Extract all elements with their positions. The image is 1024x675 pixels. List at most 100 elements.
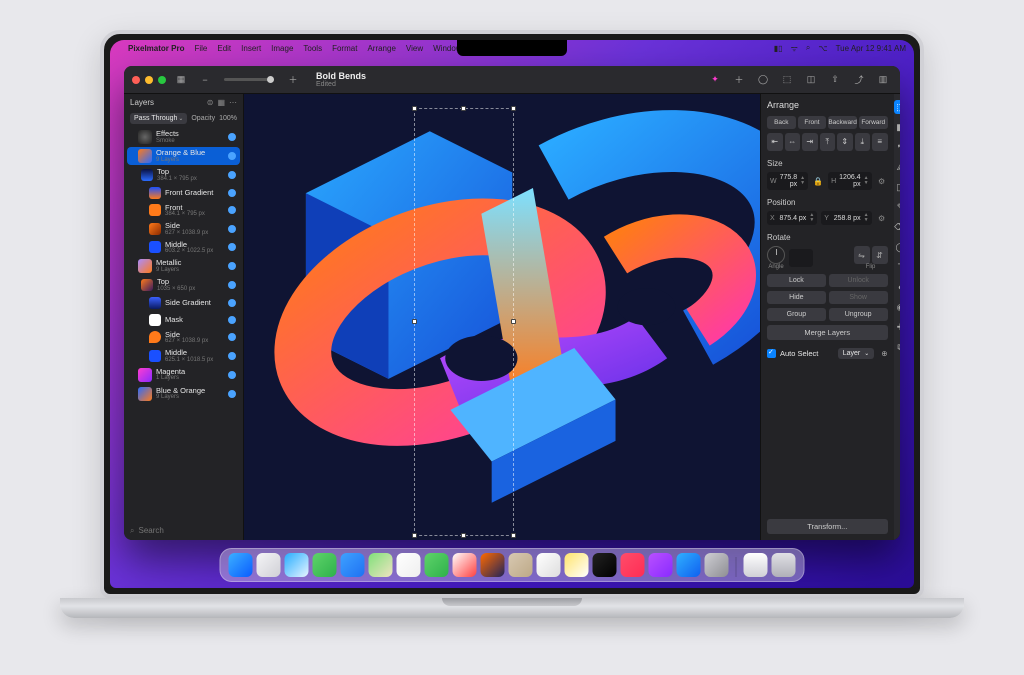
layer-item[interactable]: Orange & Blue9 Layers xyxy=(127,147,240,165)
blend-mode-select[interactable]: Pass Through⌄ xyxy=(130,113,187,124)
selection-tool-icon[interactable]: ◫ xyxy=(894,180,900,194)
window-maximize-button[interactable] xyxy=(158,76,166,84)
align-vcenter-button[interactable]: ⇕ xyxy=(837,133,853,151)
layer-visibility-toggle[interactable] xyxy=(228,281,236,289)
zoom-slider[interactable] xyxy=(224,78,274,81)
layer-visibility-toggle[interactable] xyxy=(228,352,236,360)
dock-downloads[interactable] xyxy=(744,553,768,577)
opacity-value[interactable]: 100% xyxy=(219,115,237,122)
zoom-out-button[interactable]: − xyxy=(196,71,214,89)
dock-app-photos[interactable] xyxy=(397,553,421,577)
layer-visibility-toggle[interactable] xyxy=(228,225,236,233)
arrow-tool-icon[interactable]: ↖ xyxy=(894,140,900,154)
menubar-tools[interactable]: Tools xyxy=(303,44,322,53)
transform-button[interactable]: Transform... xyxy=(767,519,888,534)
menubar-clock[interactable]: Tue Apr 12 9:41 AM xyxy=(836,44,906,53)
color-picker-button[interactable]: ◯ xyxy=(754,71,772,89)
dock-app-finder[interactable] xyxy=(229,553,253,577)
layer-visibility-toggle[interactable] xyxy=(228,390,236,398)
canvas[interactable] xyxy=(244,94,760,540)
shape-tool-icon[interactable]: ◯ xyxy=(894,240,900,254)
size-more-button[interactable]: ⚙ xyxy=(876,177,888,186)
crop-tool-icon[interactable]: ⟁ xyxy=(894,160,900,174)
align-right-button[interactable]: ⇥ xyxy=(802,133,818,151)
unlock-button[interactable]: Unlock xyxy=(829,274,888,287)
layer-visibility-toggle[interactable] xyxy=(228,152,236,160)
sidebar-toggle-button[interactable]: ▦ xyxy=(172,71,190,89)
layers-search-input[interactable] xyxy=(138,526,248,535)
menubar-file[interactable]: File xyxy=(194,44,207,53)
merge-layers-button[interactable]: Merge Layers xyxy=(767,325,888,340)
layer-item[interactable]: Blue & Orange9 Layers xyxy=(127,385,240,403)
dock-app-messages[interactable] xyxy=(313,553,337,577)
layer-item[interactable]: Top1035 × 650 px xyxy=(127,276,240,294)
arrange-toggle-button[interactable]: ⬚ xyxy=(778,71,796,89)
menubar-image[interactable]: Image xyxy=(271,44,293,53)
group-button[interactable]: Group xyxy=(767,308,826,321)
battery-icon[interactable]: ▮▯ xyxy=(774,44,783,53)
erase-tool-icon[interactable]: ⌫ xyxy=(894,220,900,234)
align-hcenter-button[interactable]: ⇔ xyxy=(785,133,801,151)
share-button[interactable]: ⤴ xyxy=(850,71,868,89)
distribute-button[interactable]: ≡ xyxy=(872,133,888,151)
layers-more-icon[interactable]: ⋯ xyxy=(229,98,237,107)
control-center-icon[interactable]: ⌥ xyxy=(818,44,827,53)
export-button[interactable]: ⇧ xyxy=(826,71,844,89)
ml-enhance-button[interactable]: ✦ xyxy=(706,71,724,89)
dock-app-appstore[interactable] xyxy=(677,553,701,577)
add-button[interactable]: ＋ xyxy=(730,71,748,89)
layer-item[interactable]: EffectsSmoke xyxy=(127,128,240,146)
rotate-dial[interactable] xyxy=(767,246,785,264)
lock-button[interactable]: Lock xyxy=(767,274,826,287)
align-top-button[interactable]: ⤒ xyxy=(820,133,836,151)
arrange-tool-icon[interactable]: ⬚ xyxy=(894,100,900,114)
flip-vertical-button[interactable]: ⇵ xyxy=(872,246,888,264)
y-field[interactable]: Y258.8 px▲▼ xyxy=(821,211,871,225)
show-button[interactable]: Show xyxy=(829,291,888,304)
dock-app-launchpad[interactable] xyxy=(257,553,281,577)
layer-visibility-toggle[interactable] xyxy=(228,171,236,179)
layer-item[interactable]: Middle625.1 × 1018.5 px xyxy=(127,347,240,365)
wifi-icon[interactable]: ᯤ xyxy=(791,43,798,54)
rotate-value-field[interactable] xyxy=(789,249,813,267)
dock-app-mail[interactable] xyxy=(341,553,365,577)
window-minimize-button[interactable] xyxy=(145,76,153,84)
layer-item[interactable]: Side627 × 1038.9 px xyxy=(127,220,240,238)
repair-tool-icon[interactable]: ✚ xyxy=(894,320,900,334)
order-front-button[interactable]: Front xyxy=(798,116,827,129)
menubar-edit[interactable]: Edit xyxy=(217,44,231,53)
layer-visibility-toggle[interactable] xyxy=(228,206,236,214)
layer-item[interactable]: Middle603.2 × 1022.5 px xyxy=(127,239,240,257)
dock-app-contacts[interactable] xyxy=(509,553,533,577)
zoom-in-button[interactable]: ＋ xyxy=(284,71,302,89)
inspector-toggle-button[interactable]: ▥ xyxy=(874,71,892,89)
window-close-button[interactable] xyxy=(132,76,140,84)
dock-app-pixelmator[interactable] xyxy=(481,553,505,577)
dock-app-music[interactable] xyxy=(621,553,645,577)
dock-app-tv[interactable] xyxy=(593,553,617,577)
target-icon[interactable]: ⊕ xyxy=(881,349,887,358)
layer-visibility-toggle[interactable] xyxy=(228,316,236,324)
auto-select-checkbox[interactable] xyxy=(767,349,776,358)
layer-item[interactable]: Side627 × 1038.9 px xyxy=(127,329,240,347)
menubar-view[interactable]: View xyxy=(406,44,423,53)
layer-visibility-toggle[interactable] xyxy=(228,133,236,141)
menubar-arrange[interactable]: Arrange xyxy=(367,44,395,53)
paint-tool-icon[interactable]: ✎ xyxy=(894,200,900,214)
layer-visibility-toggle[interactable] xyxy=(228,189,236,197)
layer-visibility-toggle[interactable] xyxy=(228,299,236,307)
menubar-app-name[interactable]: Pixelmator Pro xyxy=(128,44,184,53)
order-back-button[interactable]: Back xyxy=(767,116,796,129)
width-field[interactable]: W775.8 px▲▼ xyxy=(767,172,808,190)
align-left-button[interactable]: ⇤ xyxy=(767,133,783,151)
layer-item[interactable]: Side Gradient xyxy=(127,295,240,311)
gradient-tool-icon[interactable]: ◐ xyxy=(894,280,900,294)
color-tool-icon[interactable]: ◉ xyxy=(894,300,900,314)
layer-item[interactable]: Magenta1 Layers xyxy=(127,366,240,384)
layers-filter-icon[interactable]: ⊜ xyxy=(207,98,214,107)
menubar-insert[interactable]: Insert xyxy=(241,44,261,53)
layer-visibility-toggle[interactable] xyxy=(228,333,236,341)
x-field[interactable]: X875.4 px▲▼ xyxy=(767,211,817,225)
dock-app-settings[interactable] xyxy=(705,553,729,577)
layer-item[interactable]: Mask xyxy=(127,312,240,328)
